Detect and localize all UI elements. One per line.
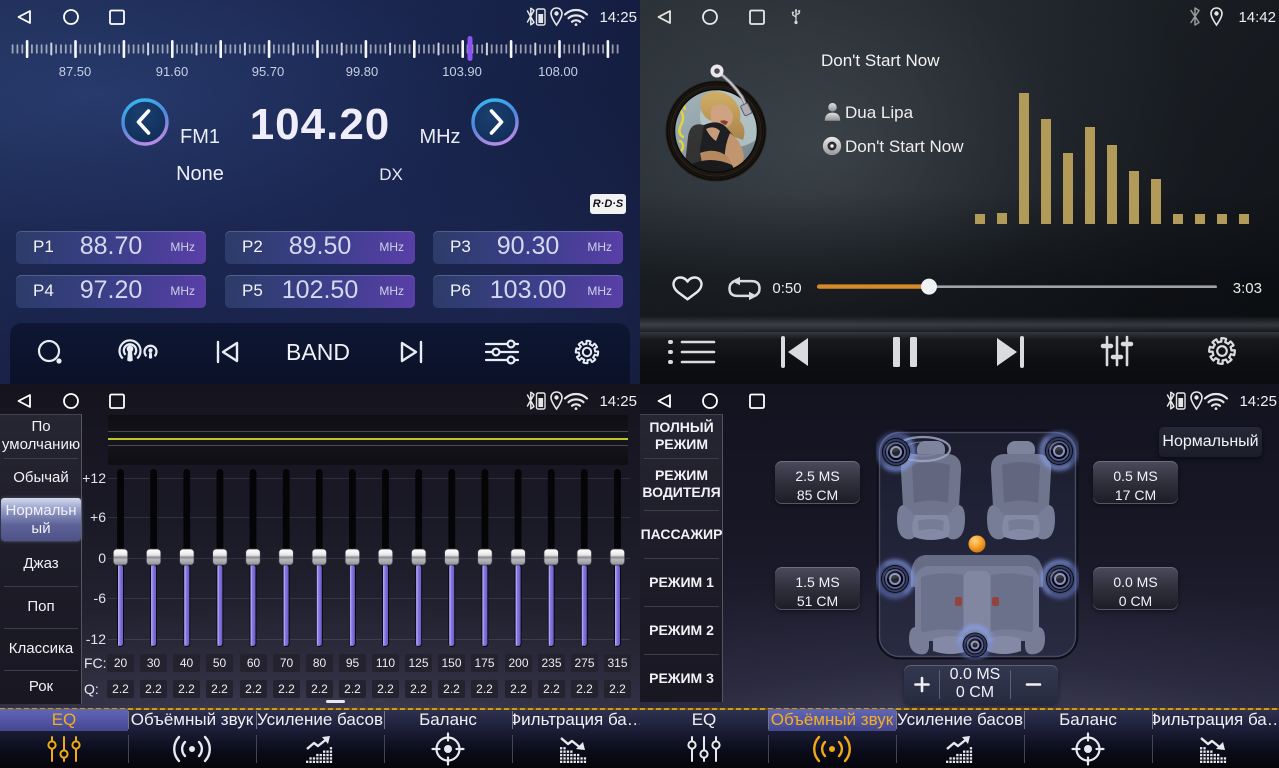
- svg-text:BAND: BAND: [286, 339, 350, 365]
- svg-text:0:50: 0:50: [772, 280, 801, 297]
- svg-text:14:25: 14:25: [1239, 393, 1277, 410]
- svg-text:3:03: 3:03: [1233, 280, 1262, 297]
